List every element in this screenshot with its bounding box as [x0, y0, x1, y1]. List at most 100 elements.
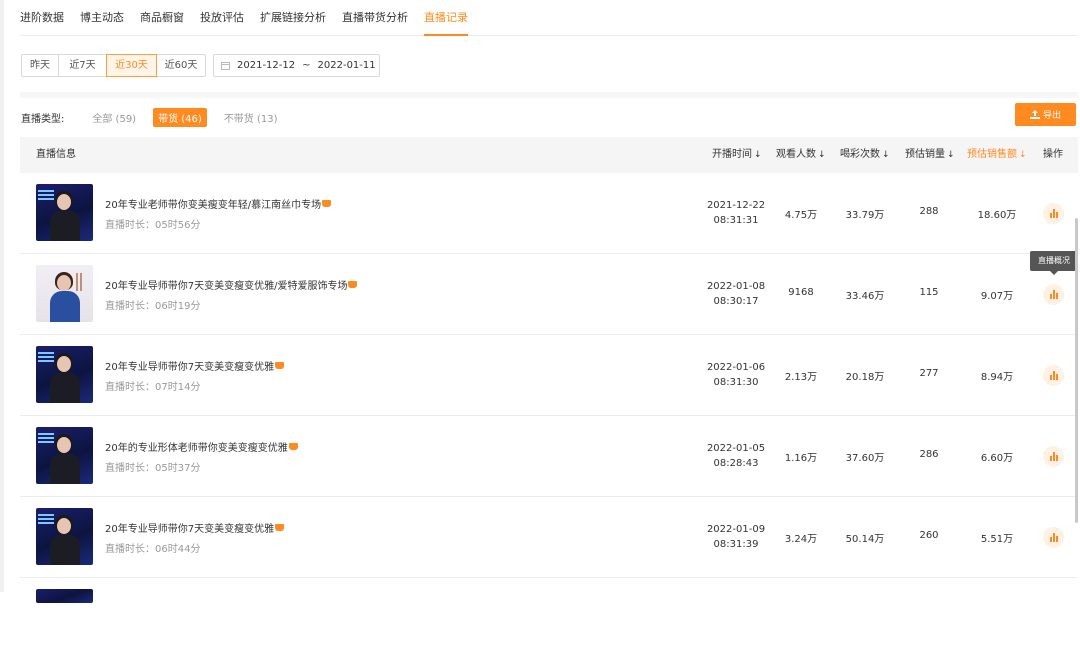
- section-divider: [20, 92, 1078, 98]
- tab-blogger-activity[interactable]: 博主动态: [80, 0, 124, 35]
- tab-live-sales-analysis[interactable]: 直播带货分析: [342, 0, 408, 35]
- header-start-time[interactable]: 开播时间 ↓: [712, 137, 762, 173]
- date-range-buttons: 昨天 近7天 近30天 近60天: [21, 54, 206, 77]
- live-title[interactable]: 20年专业导师带你7天变美变瘦变优雅/爱特爱服饰专场: [105, 277, 358, 292]
- live-duration: 直播时长：06时44分: [105, 544, 201, 555]
- tab-product-window[interactable]: 商品橱窗: [140, 0, 184, 35]
- cart-icon: [275, 362, 285, 369]
- cheers-value: 50.14万: [845, 534, 885, 545]
- cart-icon: [275, 524, 285, 531]
- start-date: 2022-01-06: [706, 362, 766, 373]
- live-type-selling[interactable]: 带货 (46): [153, 107, 207, 127]
- header-est-sales-qty-label: 预估销量: [905, 149, 945, 160]
- header-est-sales-amount-label: 预估销售额: [967, 149, 1017, 160]
- header-est-sales-qty[interactable]: 预估销量 ↓: [905, 137, 955, 173]
- scrollbar[interactable]: [1074, 0, 1080, 592]
- live-duration: 直播时长：07时14分: [105, 382, 201, 393]
- viewers-value: 3.24万: [784, 534, 818, 545]
- live-type-label: 直播类型:: [21, 113, 65, 125]
- range-30-days-button[interactable]: 近30天: [106, 54, 157, 77]
- est-sales-qty-value: 286: [919, 449, 939, 460]
- cart-icon: [288, 443, 298, 450]
- header-action: 操作: [1043, 149, 1063, 160]
- sort-arrow-icon: ↓: [754, 150, 762, 160]
- header-cheers[interactable]: 喝彩次数 ↓: [840, 137, 890, 173]
- live-type-not-selling[interactable]: 不带货 (13): [220, 108, 282, 127]
- header-est-sales-amount[interactable]: 预估销售额 ↓: [967, 137, 1027, 173]
- tab-extension-link-analysis[interactable]: 扩展链接分析: [260, 0, 326, 35]
- live-title[interactable]: 20年专业导师带你7天变美变瘦变优雅: [105, 358, 285, 373]
- sort-arrow-icon: ↓: [947, 150, 955, 160]
- start-clock: 08:28:43: [713, 458, 759, 469]
- live-title-text: 20年专业导师带你7天变美变瘦变优雅: [105, 524, 275, 535]
- est-sales-amount-value: 8.94万: [980, 372, 1014, 383]
- start-date: 2022-01-05: [706, 443, 766, 454]
- est-sales-qty-value: 115: [919, 287, 939, 298]
- live-type-all[interactable]: 全部 (59): [88, 108, 140, 127]
- live-overview-tooltip: 直播概况: [1030, 251, 1078, 275]
- cheers-value: 33.46万: [845, 291, 885, 302]
- cart-icon: [348, 281, 358, 288]
- export-button[interactable]: 导出: [1015, 103, 1076, 126]
- start-time: 2022-01-08 08:30:17: [696, 279, 776, 309]
- live-overview-button[interactable]: [1043, 446, 1064, 467]
- sort-arrow-icon: ↓: [818, 150, 826, 160]
- live-duration: 直播时长：06时19分: [105, 301, 201, 312]
- table-row: [20, 578, 1078, 659]
- left-edge: [0, 0, 4, 592]
- est-sales-qty-value: 277: [919, 368, 939, 379]
- range-7-days-button[interactable]: 近7天: [58, 54, 107, 77]
- start-time: 2022-01-05 08:28:43: [696, 441, 776, 471]
- start-clock: 08:31:30: [713, 377, 759, 388]
- live-cover-image[interactable]: [36, 508, 93, 565]
- viewers-value: 1.16万: [784, 453, 818, 464]
- viewers-value: 4.75万: [784, 210, 818, 221]
- tab-ad-evaluation[interactable]: 投放评估: [200, 0, 244, 35]
- cheers-value: 33.79万: [845, 210, 885, 221]
- est-sales-amount-value: 6.60万: [980, 453, 1014, 464]
- table-row: 20年专业导师带你7天变美变瘦变优雅/爱特爱服饰专场 直播时长：06时19分 2…: [20, 254, 1078, 335]
- range-yesterday-button[interactable]: 昨天: [21, 54, 59, 77]
- viewers-value: 9168: [788, 287, 814, 298]
- start-clock: 08:31:39: [713, 539, 759, 550]
- start-time: 2021-12-22 08:31:31: [696, 198, 776, 228]
- live-cover-image[interactable]: [36, 346, 93, 403]
- date-start: 2021-12-12: [237, 60, 296, 71]
- live-duration: 直播时长：05时37分: [105, 463, 201, 474]
- header-viewers-label: 观看人数: [776, 149, 816, 160]
- scrollbar-thumb[interactable]: [1075, 218, 1078, 523]
- live-overview-button[interactable]: [1043, 527, 1064, 548]
- live-cover-image[interactable]: [36, 265, 93, 322]
- start-date: 2021-12-22: [706, 200, 766, 211]
- header-viewers[interactable]: 观看人数 ↓: [776, 137, 826, 173]
- est-sales-qty-value: 260: [919, 530, 939, 541]
- live-type-filter: 直播类型: 全部 (59) 带货 (46) 不带货 (13): [21, 107, 295, 127]
- live-title[interactable]: 20年专业导师带你7天变美变瘦变优雅: [105, 520, 285, 535]
- est-sales-amount-value: 18.60万: [977, 210, 1017, 221]
- table-row: 20年的专业形体老师带你变美变瘦变优雅 直播时长：05时37分 2022-01-…: [20, 416, 1078, 497]
- sort-arrow-icon: ↓: [882, 150, 890, 160]
- start-time: 2022-01-06 08:31:30: [696, 360, 776, 390]
- start-clock: 08:31:31: [713, 215, 759, 226]
- table-row: 20年专业老师带你变美瘦变年轻/慕江南丝巾专场 直播时长：05时56分 2021…: [20, 173, 1078, 254]
- start-date: 2022-01-09: [706, 524, 766, 535]
- live-overview-button[interactable]: [1043, 284, 1064, 305]
- live-overview-button[interactable]: [1043, 203, 1064, 224]
- viewers-value: 2.13万: [784, 372, 818, 383]
- range-60-days-button[interactable]: 近60天: [156, 54, 206, 77]
- tab-advanced-data[interactable]: 进阶数据: [20, 0, 64, 35]
- live-overview-button[interactable]: [1043, 365, 1064, 386]
- start-time: 2022-01-09 08:31:39: [696, 522, 776, 552]
- sort-arrow-icon: ↓: [1019, 150, 1027, 160]
- date-range-picker[interactable]: 2021-12-12 ~ 2022-01-11: [213, 54, 380, 77]
- live-cover-image[interactable]: [36, 427, 93, 484]
- tab-live-records[interactable]: 直播记录: [424, 0, 468, 36]
- live-title[interactable]: 20年专业老师带你变美瘦变年轻/慕江南丝巾专场: [105, 196, 332, 211]
- tab-bar: 进阶数据 博主动态 商品橱窗 投放评估 扩展链接分析 直播带货分析 直播记录: [20, 0, 1078, 36]
- export-icon: [1029, 110, 1040, 119]
- date-separator: ~: [302, 60, 311, 71]
- calendar-icon: [221, 61, 230, 70]
- live-title[interactable]: 20年的专业形体老师带你变美变瘦变优雅: [105, 439, 298, 454]
- live-cover-image[interactable]: [36, 184, 93, 241]
- live-cover-image[interactable]: [36, 589, 93, 603]
